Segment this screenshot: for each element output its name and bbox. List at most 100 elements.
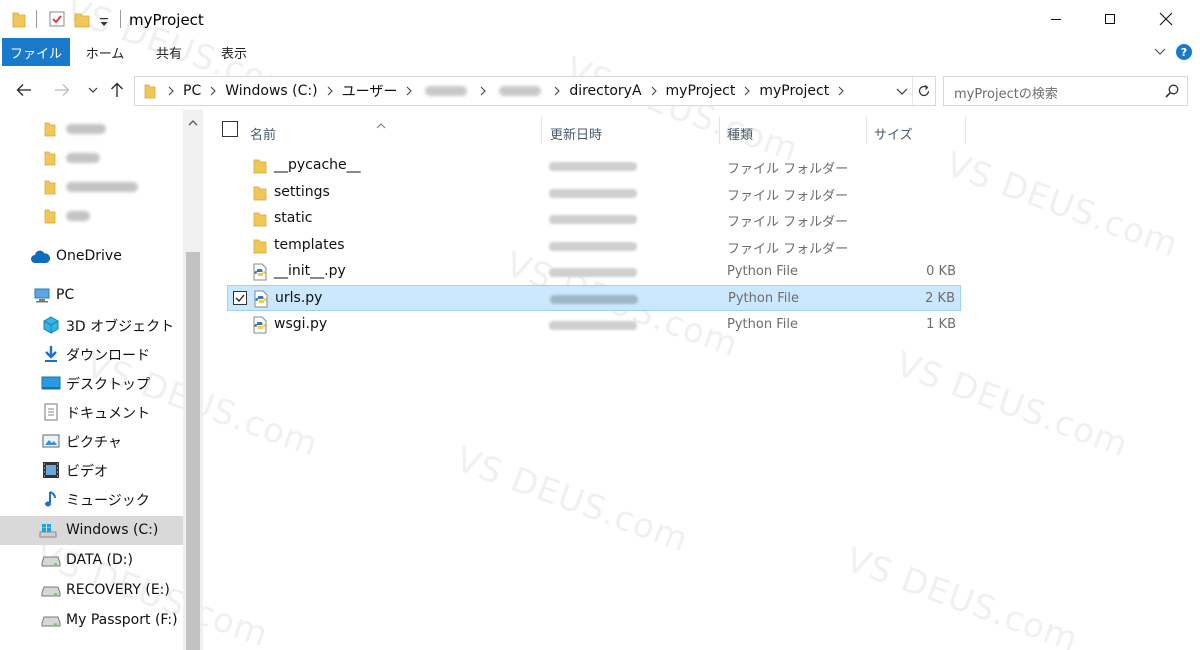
address-bar[interactable]: PC Windows (C:) ユーザー directoryA myProjec…	[134, 76, 936, 106]
file-name: static	[274, 210, 313, 226]
crumb-redacted[interactable]	[499, 86, 542, 96]
recent-locations-button[interactable]	[84, 78, 102, 102]
nav-quick-item[interactable]	[0, 172, 183, 201]
tab-file[interactable]: ファイル	[2, 38, 70, 66]
close-button[interactable]	[1139, 0, 1193, 38]
back-button[interactable]	[10, 78, 38, 102]
nav-documents-label: ドキュメント	[66, 406, 150, 422]
file-date-redacted	[549, 215, 637, 224]
nav-downloads[interactable]: ダウンロード	[0, 339, 183, 368]
address-history-button[interactable]	[893, 77, 911, 105]
crumb-directorya[interactable]: directoryA	[567, 83, 643, 99]
nav-quick-item[interactable]	[0, 143, 183, 172]
file-date-redacted	[549, 162, 637, 171]
window-title: myProject	[129, 11, 204, 29]
folder-icon	[251, 184, 269, 202]
file-row-selected[interactable]: urls.py Python File 2 KB	[227, 285, 961, 311]
file-name: __pycache__	[274, 157, 361, 173]
file-row[interactable]: templates ファイル フォルダー	[227, 233, 961, 259]
nav-3d-objects-label: 3D オブジェクト	[66, 319, 175, 335]
row-checkbox[interactable]	[233, 291, 247, 305]
tab-share[interactable]: 共有	[140, 38, 198, 66]
nav-quick-item-label	[66, 124, 106, 134]
nav-scrollbar[interactable]	[183, 110, 203, 650]
nav-recovery-e-label: RECOVERY (E:)	[66, 582, 170, 598]
svg-text:?: ?	[1181, 46, 1187, 59]
file-row[interactable]: static ファイル フォルダー	[227, 206, 961, 232]
file-type: ファイル フォルダー	[727, 215, 849, 230]
nav-data-d[interactable]: DATA (D:)	[0, 546, 183, 575]
folder-icon	[40, 206, 60, 226]
explorer-window: VS DEUS.com VS DEUS.com VS DEUS.com VS D…	[0, 0, 1200, 650]
nav-my-passport-f-label: My Passport (F:)	[66, 612, 178, 628]
crumb-users[interactable]: ユーザー	[340, 81, 400, 101]
nav-windows-c[interactable]: Windows (C:)	[0, 516, 183, 545]
help-button[interactable]: ?	[1174, 42, 1194, 62]
nav-music-label: ミュージック	[66, 493, 150, 509]
nav-pictures[interactable]: ピクチャ	[0, 426, 183, 455]
column-header-type[interactable]: 種類	[727, 116, 857, 150]
new-folder-icon[interactable]	[74, 10, 90, 30]
select-all-checkbox[interactable]	[222, 121, 238, 137]
nav-onedrive[interactable]: OneDrive	[0, 242, 183, 271]
windows-drive-icon	[38, 521, 58, 541]
nav-quick-item[interactable]	[0, 114, 183, 143]
chevron-down-icon	[896, 88, 908, 95]
file-name: urls.py	[275, 290, 323, 306]
nav-pc[interactable]: PC	[0, 281, 183, 310]
chevron-down-icon	[88, 87, 98, 93]
crumb-myproject[interactable]: myProject	[664, 83, 738, 99]
arrow-right-icon	[55, 84, 70, 96]
crumb-myproject-current[interactable]: myProject	[757, 83, 831, 99]
properties-check-icon[interactable]	[48, 10, 66, 30]
file-row[interactable]: __pycache__ ファイル フォルダー	[227, 153, 961, 179]
expand-ribbon-button[interactable]	[1150, 42, 1170, 62]
column-header-name[interactable]: 名前	[250, 116, 540, 150]
file-row[interactable]: __init__.py Python File 0 KB	[227, 259, 961, 285]
file-row[interactable]: settings ファイル フォルダー	[227, 180, 961, 206]
crumb-pc[interactable]: PC	[181, 83, 203, 99]
refresh-icon	[918, 85, 930, 97]
nav-music[interactable]: ミュージック	[0, 484, 183, 513]
file-date-redacted	[549, 189, 637, 198]
column-header-date[interactable]: 更新日時	[550, 116, 710, 150]
nav-quick-item-label	[66, 211, 90, 221]
folder-icon	[40, 148, 60, 168]
tab-home[interactable]: ホーム	[76, 38, 134, 66]
file-date-redacted	[549, 321, 637, 330]
folder-icon	[40, 119, 60, 139]
file-row[interactable]: wsgi.py Python File 1 KB	[227, 312, 961, 338]
nav-windows-c-label: Windows (C:)	[66, 522, 159, 538]
crumb-redacted[interactable]	[425, 86, 468, 96]
refresh-button[interactable]	[912, 77, 935, 105]
file-size: 1 KB	[926, 317, 956, 332]
nav-desktop[interactable]: デスクトップ	[0, 368, 183, 397]
column-header-size[interactable]: サイズ	[874, 116, 964, 150]
help-icon: ?	[1176, 44, 1192, 60]
file-size: 0 KB	[926, 264, 956, 279]
nav-videos[interactable]: ビデオ	[0, 455, 183, 484]
nav-my-passport-f[interactable]: My Passport (F:)	[0, 606, 183, 635]
nav-3d-objects[interactable]: 3D オブジェクト	[0, 310, 183, 339]
dropdown-arrow-icon[interactable]	[98, 13, 110, 33]
nav-quick-item-label	[66, 153, 100, 163]
file-type: ファイル フォルダー	[727, 242, 849, 257]
drive-icon	[41, 551, 61, 571]
nav-recovery-e[interactable]: RECOVERY (E:)	[0, 576, 183, 605]
forward-button[interactable]	[48, 78, 76, 102]
address-row: PC Windows (C:) ユーザー directoryA myProjec…	[0, 70, 1200, 110]
crumb-drive[interactable]: Windows (C:)	[223, 83, 319, 99]
scrollbar-thumb[interactable]	[186, 252, 200, 650]
3d-objects-icon	[41, 315, 61, 335]
up-button[interactable]	[106, 78, 128, 102]
nav-onedrive-label: OneDrive	[56, 248, 122, 264]
nav-documents[interactable]: ドキュメント	[0, 397, 183, 426]
tab-view[interactable]: 表示	[204, 38, 264, 66]
nav-quick-item[interactable]	[0, 201, 183, 230]
scroll-up-button[interactable]	[186, 116, 200, 130]
maximize-button[interactable]	[1083, 0, 1137, 38]
file-type: Python File	[727, 317, 798, 332]
minimize-button[interactable]	[1029, 0, 1083, 38]
search-input[interactable]: myProjectの検索	[943, 76, 1188, 106]
folder-icon	[251, 157, 269, 175]
